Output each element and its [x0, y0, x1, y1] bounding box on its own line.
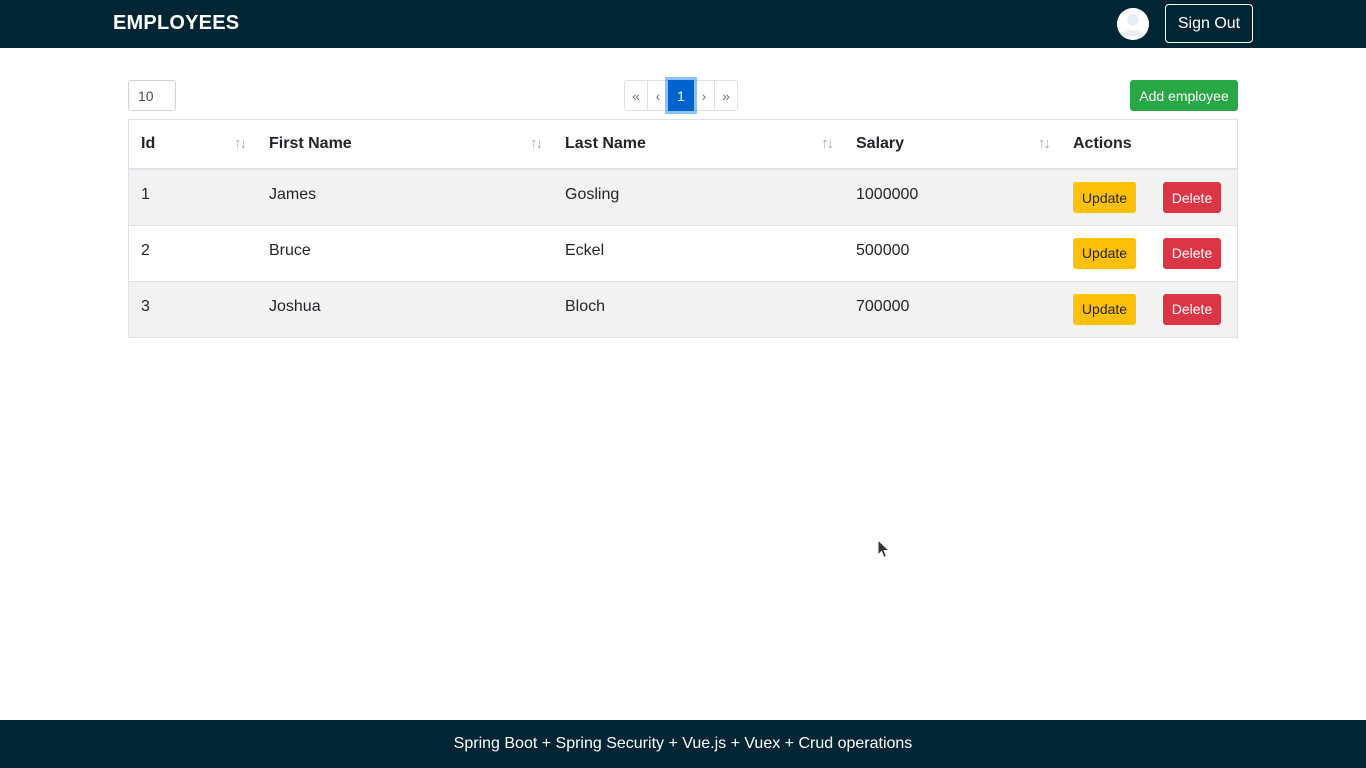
column-header-actions: Actions [1061, 120, 1237, 170]
column-header-label: First Name [269, 135, 352, 152]
cell-salary: 500000 [844, 224, 1061, 281]
footer-text: Spring Boot + Spring Security + Vue.js +… [453, 735, 913, 752]
employees-table: Id ↑↓ First Name ↑↓ Last Name ↑↓ Salary … [128, 119, 1238, 338]
column-header-label: Last Name [565, 135, 646, 152]
column-header-id[interactable]: Id ↑↓ [129, 120, 257, 170]
cell-last-name: Eckel [553, 224, 844, 281]
cell-id: 3 [129, 280, 257, 337]
column-header-last-name[interactable]: Last Name ↑↓ [553, 120, 844, 170]
column-header-label: Id [141, 135, 156, 152]
pagination: « ‹ 1 › » [624, 80, 738, 111]
sort-icon[interactable]: ↑↓ [530, 135, 543, 152]
brand-title[interactable]: EMPLOYEES [113, 12, 239, 35]
cell-last-name: Bloch [553, 280, 844, 337]
column-header-salary[interactable]: Salary ↑↓ [844, 120, 1061, 170]
update-button[interactable]: Update [1073, 293, 1136, 325]
column-header-label: Actions [1073, 135, 1132, 152]
navbar: EMPLOYEES Sign Out [0, 0, 1366, 48]
cell-salary: 1000000 [856, 186, 919, 203]
sort-icon[interactable]: ↑↓ [821, 135, 834, 152]
delete-button[interactable]: Delete [1163, 293, 1221, 325]
add-employee-button[interactable]: Add employee [1130, 80, 1238, 111]
footer: Spring Boot + Spring Security + Vue.js +… [0, 720, 1366, 768]
cell-first-name: Joshua [257, 280, 553, 337]
cell-id: 2 [129, 224, 257, 281]
cell-id: 1 [141, 186, 150, 203]
update-button[interactable]: Update [1073, 237, 1136, 269]
cell-last-name: Gosling [565, 186, 620, 203]
cell-first-name: James [269, 186, 317, 203]
user-avatar-icon[interactable] [1117, 8, 1149, 40]
cell-actions: Update Delete [1061, 280, 1237, 337]
update-button[interactable]: Update [1073, 182, 1136, 213]
page-size-input[interactable] [128, 80, 176, 111]
sign-out-button[interactable]: Sign Out [1165, 4, 1253, 43]
cell-salary: 700000 [844, 280, 1061, 337]
sort-icon[interactable]: ↑↓ [1038, 135, 1051, 152]
first-page-button[interactable]: « [624, 80, 648, 111]
mouse-cursor-icon [877, 538, 891, 564]
cell-actions: Update Delete [1061, 169, 1237, 225]
table-row: 2 Bruce Eckel 500000 Update Delete [129, 224, 1237, 281]
column-header-label: Salary [856, 135, 905, 152]
cell-actions: Update Delete [1061, 224, 1237, 281]
next-page-button[interactable]: › [693, 80, 715, 111]
current-page-button[interactable]: 1 [668, 80, 694, 111]
table-header-row: Id ↑↓ First Name ↑↓ Last Name ↑↓ Salary … [129, 120, 1237, 170]
cell-first-name: Bruce [257, 224, 553, 281]
prev-page-button[interactable]: ‹ [647, 80, 669, 111]
delete-button[interactable]: Delete [1163, 182, 1221, 213]
table-row: 1 James Gosling 1000000 Update Delete [129, 169, 1237, 225]
last-page-button[interactable]: » [714, 80, 738, 111]
column-header-first-name[interactable]: First Name ↑↓ [257, 120, 553, 170]
table-row: 3 Joshua Bloch 700000 Update Delete [129, 280, 1237, 337]
delete-button[interactable]: Delete [1163, 237, 1221, 269]
sort-icon[interactable]: ↑↓ [234, 135, 247, 152]
